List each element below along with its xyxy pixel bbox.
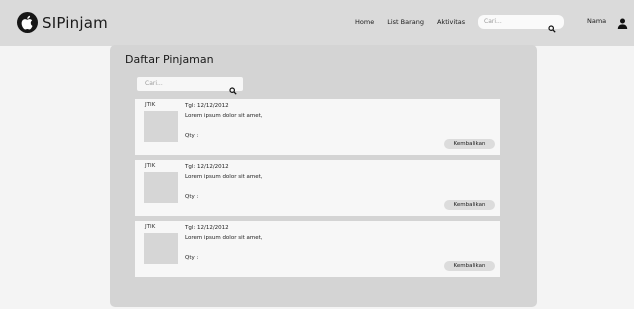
user-name[interactable]: Nama (587, 17, 606, 25)
apple-logo-icon (17, 12, 38, 33)
brand-name: SIPinjam (42, 13, 108, 32)
loan-card: JTIK Tgl: 12/12/2012 Lorem ipsum dolor s… (135, 160, 500, 216)
nav-link-home[interactable]: Home (355, 18, 374, 26)
return-button[interactable]: Kembalikan (444, 200, 495, 210)
loan-description: Lorem ipsum dolor sit amet, (185, 113, 263, 119)
loan-card: JTIK Tgl: 12/12/2012 Lorem ipsum dolor s… (135, 221, 500, 277)
nav-search-placeholder: Cari... (484, 18, 502, 25)
loan-description: Lorem ipsum dolor sit amet, (185, 235, 263, 241)
search-icon[interactable] (548, 18, 556, 37)
loan-search-placeholder: Cari... (145, 80, 163, 87)
item-thumbnail (144, 111, 178, 142)
nav-link-aktivitas[interactable]: Aktivitas (437, 18, 465, 26)
loan-search-input[interactable]: Cari... (137, 77, 243, 95)
page-title: Daftar Pinjaman (125, 53, 214, 66)
loan-qty: Qty : (185, 194, 199, 200)
loan-code: JTIK (145, 163, 156, 169)
search-icon[interactable] (229, 80, 237, 99)
loan-list-panel: Daftar Pinjaman Cari... JTIK Tgl: 12/12/… (110, 45, 537, 307)
nav-search-input[interactable]: Cari... (478, 15, 564, 33)
loan-description: Lorem ipsum dolor sit amet, (185, 174, 263, 180)
navbar: SIPinjam Home List Barang Aktivitas Cari… (0, 0, 634, 46)
loan-qty: Qty : (185, 255, 199, 261)
brand[interactable]: SIPinjam (17, 12, 108, 33)
user-icon[interactable] (617, 14, 628, 33)
loan-date: Tgl: 12/12/2012 (185, 225, 229, 231)
return-button[interactable]: Kembalikan (444, 139, 495, 149)
return-button[interactable]: Kembalikan (444, 261, 495, 271)
nav-link-list-barang[interactable]: List Barang (387, 18, 424, 26)
item-thumbnail (144, 172, 178, 203)
item-thumbnail (144, 233, 178, 264)
loan-code: JTIK (145, 224, 156, 230)
loan-card: JTIK Tgl: 12/12/2012 Lorem ipsum dolor s… (135, 99, 500, 155)
nav-links: Home List Barang Aktivitas (355, 18, 465, 26)
loan-date: Tgl: 12/12/2012 (185, 103, 229, 109)
loan-code: JTIK (145, 102, 156, 108)
loan-qty: Qty : (185, 133, 199, 139)
loan-date: Tgl: 12/12/2012 (185, 164, 229, 170)
